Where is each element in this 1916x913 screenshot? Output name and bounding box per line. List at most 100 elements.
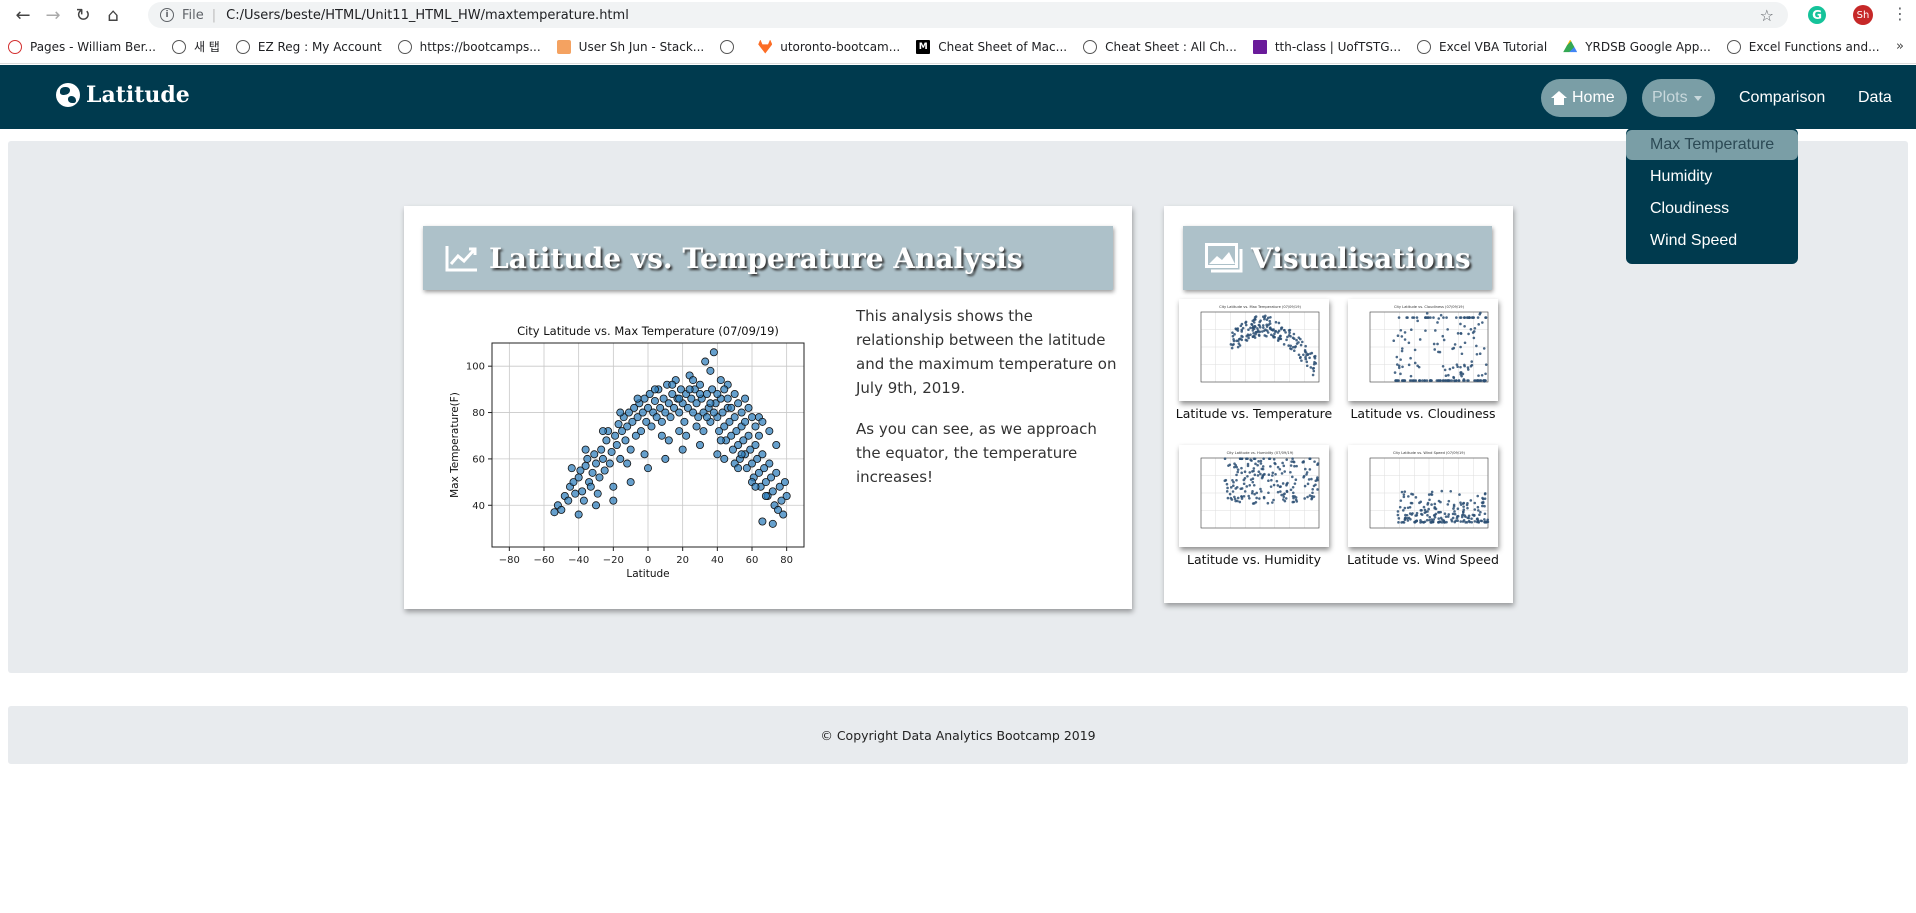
- nav-data[interactable]: Data: [1850, 79, 1900, 117]
- thumb-point: [1433, 502, 1437, 506]
- thumb-point: [1295, 464, 1298, 468]
- bookmark-item[interactable]: Excel VBA Tutorial: [1417, 39, 1547, 54]
- thumb-point: [1247, 494, 1250, 498]
- profile-avatar[interactable]: Sh: [1853, 5, 1873, 25]
- bookmark-item[interactable]: M Cheat Sheet of Mac...: [916, 39, 1067, 54]
- bookmark-item[interactable]: https://bootcamps...: [397, 39, 541, 54]
- thumb-point: [1276, 484, 1280, 487]
- thumb-point: [1250, 459, 1253, 462]
- thumb-cloudiness[interactable]: City Latitude vs. Cloudiness (07/09/19): [1348, 299, 1498, 401]
- dropdown-item-max-temperature[interactable]: Max Temperature: [1626, 130, 1798, 160]
- data-point: [734, 399, 743, 408]
- grammarly-icon[interactable]: G: [1808, 6, 1826, 24]
- dropdown-item-cloudiness[interactable]: Cloudiness: [1626, 194, 1798, 224]
- bookmark-item[interactable]: [720, 39, 742, 54]
- thumb-point: [1286, 481, 1289, 485]
- thumb-point: [1392, 339, 1396, 343]
- bookmark-label: utoronto-bootcam...: [780, 39, 901, 54]
- bookmark-item[interactable]: Pages - William Ber...: [8, 39, 156, 54]
- reload-icon[interactable]: ↻: [68, 2, 98, 28]
- thumb-point: [1274, 462, 1277, 466]
- data-point: [716, 376, 725, 385]
- bookmark-item[interactable]: utoronto-bootcam...: [758, 39, 901, 54]
- bookmarks-more-icon[interactable]: »: [1896, 39, 1904, 54]
- caret-down-icon: [1693, 95, 1702, 101]
- thumb-point: [1247, 336, 1250, 340]
- thumb-point: [1228, 492, 1232, 496]
- thumb-point: [1428, 498, 1431, 502]
- nav-comparison[interactable]: Comparison: [1729, 79, 1835, 117]
- thumb-point: [1254, 330, 1258, 334]
- stackoverflow-icon: [556, 39, 571, 54]
- data-point: [595, 473, 604, 482]
- thumb-point: [1291, 500, 1295, 504]
- thumb-point: [1297, 353, 1301, 357]
- thumb-point: [1301, 461, 1305, 464]
- thumb-point: [1282, 495, 1286, 499]
- thumb-point: [1454, 519, 1458, 523]
- nav-home[interactable]: Home: [1541, 79, 1627, 117]
- bookmark-star-icon[interactable]: ☆: [1760, 6, 1774, 25]
- thumb-point: [1417, 365, 1421, 369]
- bookmark-item[interactable]: Cheat Sheet : All Ch...: [1083, 39, 1237, 54]
- bookmark-item[interactable]: 새 탭: [171, 38, 220, 55]
- thumb-point: [1407, 363, 1411, 367]
- data-point: [597, 445, 606, 454]
- thumb-point: [1429, 379, 1433, 382]
- data-point: [758, 417, 767, 426]
- thumb-point: [1483, 492, 1487, 496]
- thumb-wind-speed[interactable]: City Latitude vs. Wind Speed (07/09/19): [1348, 445, 1498, 547]
- thumb-point: [1460, 352, 1464, 356]
- nav-plots-dropdown[interactable]: Plots: [1642, 79, 1715, 117]
- thumb-point: [1242, 482, 1246, 486]
- thumb-point: [1240, 322, 1244, 326]
- y-tick-label: 40: [472, 501, 485, 512]
- thumb-point: [1478, 513, 1481, 517]
- browser-menu-icon[interactable]: ⋮: [1892, 4, 1908, 23]
- thumb-point: [1476, 517, 1479, 520]
- data-point: [564, 496, 573, 505]
- data-point: [626, 445, 635, 454]
- bookmark-item[interactable]: User Sh Jun - Stack...: [556, 39, 704, 54]
- thumb-point: [1463, 363, 1466, 367]
- dropdown-item-wind-speed[interactable]: Wind Speed: [1626, 226, 1798, 256]
- dropdown-item-humidity[interactable]: Humidity: [1626, 162, 1798, 192]
- data-point: [609, 496, 618, 505]
- bookmark-item[interactable]: YRDSB Google App...: [1563, 39, 1711, 54]
- thumb-temperature[interactable]: City Latitude vs. Max Temperature (07/09…: [1179, 299, 1329, 401]
- thumb-point: [1457, 379, 1461, 382]
- info-icon[interactable]: i: [160, 8, 174, 22]
- back-arrow-icon[interactable]: ←: [8, 2, 38, 28]
- bookmark-item[interactable]: tth-class | UofTSTG...: [1252, 39, 1401, 54]
- thumb-point: [1289, 344, 1293, 348]
- thumb-point: [1269, 465, 1272, 468]
- thumb-point: [1233, 465, 1236, 469]
- thumb-point: [1278, 485, 1282, 489]
- bookmark-item[interactable]: Excel Functions and...: [1726, 39, 1880, 54]
- thumb-point: [1279, 334, 1282, 338]
- thumb-point: [1402, 495, 1406, 499]
- data-point: [727, 403, 736, 412]
- thumb-point: [1290, 460, 1293, 463]
- data-point: [692, 422, 701, 431]
- data-point: [751, 441, 760, 450]
- thumb-point: [1223, 457, 1227, 460]
- thumb-point: [1275, 479, 1279, 483]
- thumb-point: [1462, 510, 1465, 514]
- data-point: [678, 445, 687, 454]
- thumb-point: [1303, 350, 1307, 353]
- thumb-point: [1309, 352, 1312, 355]
- thumb-point: [1446, 515, 1450, 518]
- thumb-point: [1400, 490, 1404, 494]
- address-bar[interactable]: i File | C:/Users/beste/HTML/Unit11_HTML…: [148, 2, 1788, 28]
- thumb-point: [1312, 369, 1316, 373]
- thumb-point: [1314, 483, 1317, 487]
- thumb-humidity[interactable]: City Latitude vs. Humidity (07/09/19): [1179, 445, 1329, 547]
- thumb-point: [1291, 491, 1295, 495]
- brand-link[interactable]: Latitude: [56, 82, 190, 108]
- forward-arrow-icon[interactable]: →: [38, 2, 68, 28]
- thumb-point: [1238, 500, 1242, 504]
- home-browser-icon[interactable]: ⌂: [98, 2, 128, 28]
- bookmark-item[interactable]: EZ Reg : My Account: [235, 39, 382, 54]
- thumb-point: [1260, 467, 1264, 471]
